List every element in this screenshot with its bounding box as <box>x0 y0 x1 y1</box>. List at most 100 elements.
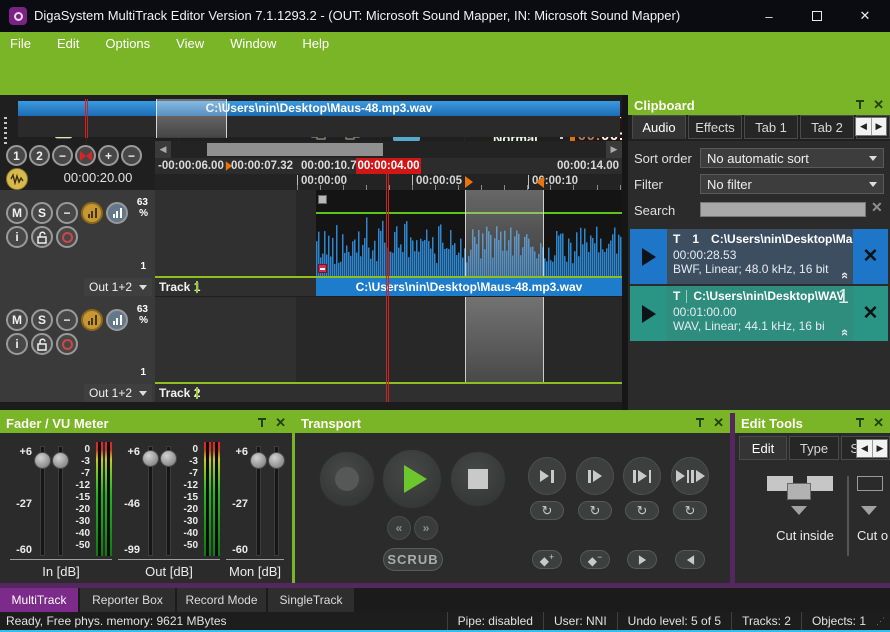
resize-grip-icon[interactable]: ⋰ <box>876 616 890 627</box>
loop-2-button[interactable]: ↻ <box>578 501 612 520</box>
scroll-left-icon[interactable]: ◀ <box>155 141 171 158</box>
track1-meter-a-button[interactable] <box>81 202 103 224</box>
track2-minimize-button[interactable]: − <box>56 309 78 331</box>
scroll-right-icon[interactable]: ▶ <box>606 141 622 158</box>
menu-help[interactable]: Help <box>302 36 329 51</box>
out-knob-right[interactable] <box>160 450 177 467</box>
record-button[interactable] <box>318 450 376 508</box>
scrub-button[interactable]: SCRUB <box>383 548 443 571</box>
item2-collapse-icon[interactable]: « <box>838 329 853 336</box>
edit-tab-scroll-right-icon[interactable]: ▶ <box>872 440 887 457</box>
zoom-selection-icon[interactable] <box>75 145 96 166</box>
out-knob-left[interactable] <box>142 450 159 467</box>
transport-close-icon[interactable]: ✕ <box>713 415 724 431</box>
scrollbar-thumb[interactable] <box>207 143 383 156</box>
rewind-button[interactable]: « <box>387 516 411 540</box>
play-around-selection-button[interactable] <box>671 457 709 495</box>
object-handle-bottom[interactable] <box>318 264 327 273</box>
tab-2[interactable]: Tab 2 <box>800 115 854 139</box>
item1-play-button[interactable] <box>630 229 667 284</box>
track2-lock-icon[interactable] <box>31 333 53 355</box>
remove-marker-button[interactable]: ◆− <box>580 550 610 569</box>
overview-file-bar[interactable]: C:\Users\nin\Desktop\Maus-48.mp3.wav <box>18 101 620 116</box>
zoom-preset-2-button[interactable]: 2 <box>29 145 50 166</box>
overview-playhead[interactable] <box>85 99 88 138</box>
zoom-out-button[interactable]: − <box>121 145 142 166</box>
track1-file-bar[interactable]: C:\Users\nin\Desktop\Maus-48.mp3.wav <box>316 278 622 296</box>
tab-reporter-box[interactable]: Reporter Box <box>80 588 175 612</box>
cut-inside-tool[interactable]: Cut inside <box>765 470 845 550</box>
mark-in-flag-icon[interactable] <box>465 176 473 188</box>
menu-file[interactable]: File <box>10 36 31 51</box>
ruler-values-row[interactable]: -00:00:06.00 00:00:07.32 00:00:10.71 00:… <box>155 158 622 174</box>
cut-outside-tool[interactable]: Cut o <box>857 470 890 550</box>
toolbar-grip[interactable] <box>4 117 7 144</box>
fader-close-icon[interactable]: ✕ <box>275 415 286 431</box>
track1-meter-b-button[interactable] <box>106 202 128 224</box>
transport-pin-icon[interactable] <box>695 418 705 429</box>
zoom-preset-1-button[interactable]: 1 <box>6 145 27 166</box>
play-to-soundhead-button[interactable] <box>528 457 566 495</box>
zoom-in-button[interactable]: + <box>98 145 119 166</box>
item2-play-button[interactable] <box>630 286 667 341</box>
edit-tools-tab-edit[interactable]: Edit <box>739 436 787 460</box>
loop-4-button[interactable]: ↻ <box>673 501 707 520</box>
tab-singletrack[interactable]: SingleTrack <box>268 588 354 612</box>
mark-out-flag-icon[interactable] <box>536 176 544 188</box>
close-button[interactable]: ✕ <box>842 0 888 32</box>
menu-options[interactable]: Options <box>105 36 150 51</box>
playhead[interactable] <box>386 174 389 402</box>
play-selection-button[interactable] <box>623 457 661 495</box>
maximize-button[interactable] <box>794 0 840 32</box>
forward-button[interactable]: » <box>414 516 438 540</box>
mon-knob-right[interactable] <box>268 452 285 469</box>
search-input[interactable] <box>700 202 866 217</box>
sort-order-select[interactable]: No automatic sort <box>700 148 884 168</box>
menu-edit[interactable]: Edit <box>57 36 79 51</box>
pin-icon[interactable] <box>855 100 865 111</box>
menu-window[interactable]: Window <box>230 36 276 51</box>
play-from-soundhead-button[interactable] <box>576 457 614 495</box>
track1-record-button[interactable] <box>56 226 78 248</box>
minimize-button[interactable]: – <box>746 0 792 32</box>
stop-button[interactable] <box>449 450 507 508</box>
track2-record-button[interactable] <box>56 333 78 355</box>
track1-lock-icon[interactable] <box>31 226 53 248</box>
tab-record-mode[interactable]: Record Mode <box>177 588 266 612</box>
tab-scroll-right-icon[interactable]: ▶ <box>871 118 886 135</box>
next-marker-button[interactable] <box>627 550 657 569</box>
filter-select[interactable]: No filter <box>700 174 884 194</box>
search-clear-icon[interactable]: ✕ <box>871 199 883 216</box>
track1-solo-button[interactable]: S <box>31 202 53 224</box>
tab-scroll-left-icon[interactable]: ◀ <box>856 118 871 135</box>
track2-meter-b-button[interactable] <box>106 309 128 331</box>
tab-effects[interactable]: Effects <box>688 115 742 139</box>
track1-mute-button[interactable]: M <box>6 202 28 224</box>
edit-tab-scroll-left-icon[interactable]: ◀ <box>857 440 872 457</box>
clipboard-item-2[interactable]: TC:\Users\nin\Desktop\WAV 00:01:00.00 WA… <box>630 286 888 341</box>
menu-view[interactable]: View <box>176 36 204 51</box>
track1-minimize-button[interactable]: − <box>56 202 78 224</box>
track2-solo-button[interactable]: S <box>31 309 53 331</box>
clipboard-close-icon[interactable]: ✕ <box>873 97 884 113</box>
item1-delete-button[interactable]: ✕ <box>853 229 888 284</box>
edit-tools-tab-type[interactable]: Type <box>789 436 839 460</box>
clipboard-item-1[interactable]: T1C:\Users\nin\Desktop\Mau 00:00:28.53 B… <box>630 229 888 284</box>
loop-3-button[interactable]: ↻ <box>625 501 659 520</box>
waveform-mode-icon[interactable] <box>6 168 28 190</box>
object-handle-top[interactable] <box>318 195 327 204</box>
overview-view-window[interactable] <box>156 99 227 138</box>
tab-audio[interactable]: Audio <box>632 115 686 139</box>
in-knob-left[interactable] <box>34 452 51 469</box>
tab-1[interactable]: Tab 1 <box>744 115 798 139</box>
loop-1-button[interactable]: ↻ <box>530 501 564 520</box>
edit-tools-close-icon[interactable]: ✕ <box>873 415 884 431</box>
tab-multitrack[interactable]: MultiTrack <box>0 588 78 612</box>
in-knob-right[interactable] <box>52 452 69 469</box>
item1-collapse-icon[interactable]: « <box>838 272 853 279</box>
item2-delete-button[interactable]: ✕ <box>853 286 888 341</box>
add-marker-button[interactable]: ◆+ <box>532 550 562 569</box>
zoom-minus-button[interactable]: − <box>52 145 73 166</box>
track2-output-select[interactable]: Out 1+2 <box>84 384 152 402</box>
fader-pin-icon[interactable] <box>257 418 267 429</box>
